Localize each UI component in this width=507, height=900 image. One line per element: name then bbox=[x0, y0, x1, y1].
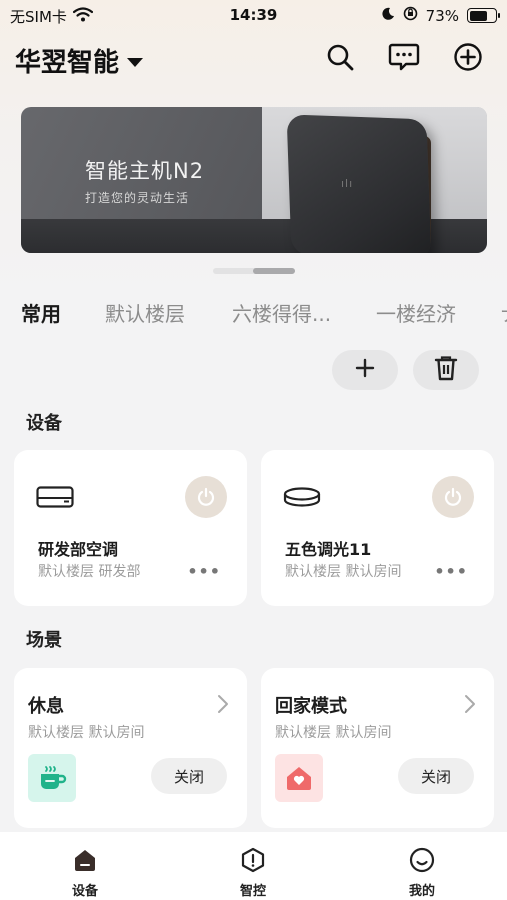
floor-tabs: 常用 默认楼层 六楼得得... 一楼经济 ナ bbox=[0, 298, 507, 332]
home-icon bbox=[71, 846, 99, 874]
battery-icon bbox=[467, 8, 500, 23]
message-icon[interactable] bbox=[387, 40, 421, 74]
chevron-right-icon[interactable] bbox=[464, 694, 476, 718]
scene-off-button[interactable]: 关闭 bbox=[398, 758, 474, 794]
more-icon[interactable]: ••• bbox=[187, 562, 221, 581]
tab-sixth-floor[interactable]: 六楼得得... bbox=[232, 298, 331, 327]
moon-icon bbox=[381, 7, 395, 25]
app-header: 华翌智能 bbox=[0, 34, 507, 84]
nav-smart-control[interactable]: 智控 bbox=[213, 846, 293, 899]
smile-icon bbox=[408, 846, 436, 874]
scene-name: 回家模式 bbox=[275, 696, 347, 717]
banner-device-logo: ılı bbox=[341, 177, 354, 190]
home-selector[interactable]: 华翌智能 bbox=[15, 42, 144, 79]
smart-control-icon bbox=[239, 846, 267, 874]
rotation-lock-icon bbox=[403, 6, 418, 25]
scene-off-button[interactable]: 关闭 bbox=[151, 758, 227, 794]
device-card-ac[interactable]: 研发部空调 默认楼层 研发部 ••• bbox=[14, 450, 247, 606]
coffee-cup-icon bbox=[28, 754, 76, 802]
delete-button[interactable] bbox=[413, 350, 479, 390]
status-right: 73% bbox=[381, 6, 500, 25]
nav-label: 我的 bbox=[408, 884, 435, 899]
add-circle-icon[interactable] bbox=[451, 40, 485, 74]
trash-icon bbox=[434, 355, 458, 385]
scene-location: 默认楼层 默认房间 bbox=[275, 725, 392, 741]
air-conditioner-icon bbox=[36, 486, 74, 514]
scene-card-rest[interactable]: 休息 默认楼层 默认房间 关闭 bbox=[14, 668, 247, 828]
scene-name: 休息 bbox=[28, 696, 64, 717]
ceiling-light-icon bbox=[283, 486, 321, 514]
plus-icon bbox=[354, 357, 376, 383]
device-location: 默认楼层 默认房间 bbox=[285, 564, 402, 580]
device-name: 五色调光11 bbox=[285, 540, 372, 559]
tab-more[interactable]: ナ bbox=[500, 298, 507, 327]
scene-card-home[interactable]: 回家模式 默认楼层 默认房间 关闭 bbox=[261, 668, 494, 828]
banner-pager bbox=[213, 268, 295, 274]
scenes-section-title: 场景 bbox=[26, 630, 62, 651]
devices-section-title: 设备 bbox=[26, 413, 62, 434]
nav-label: 智控 bbox=[239, 884, 266, 899]
power-button[interactable] bbox=[432, 476, 474, 518]
nav-devices[interactable]: 设备 bbox=[45, 846, 125, 899]
tab-common[interactable]: 常用 bbox=[21, 298, 61, 327]
home-heart-icon bbox=[275, 754, 323, 802]
power-icon bbox=[444, 487, 462, 506]
pager-active-dot bbox=[253, 268, 295, 274]
more-icon[interactable]: ••• bbox=[434, 562, 468, 581]
battery-fill bbox=[469, 10, 488, 21]
promo-banner[interactable]: ılı 智能主机N2 打造您的灵动生活 bbox=[21, 107, 487, 253]
nav-label: 设备 bbox=[71, 884, 98, 899]
nav-profile[interactable]: 我的 bbox=[382, 846, 462, 899]
status-bar: 无SIM卡 14:39 73% bbox=[0, 0, 507, 32]
search-icon[interactable] bbox=[323, 40, 357, 74]
header-actions bbox=[323, 40, 485, 74]
add-device-button[interactable] bbox=[332, 350, 398, 390]
device-name: 研发部空调 bbox=[38, 540, 119, 559]
scene-location: 默认楼层 默认房间 bbox=[28, 725, 145, 741]
banner-title: 智能主机N2 bbox=[85, 159, 205, 183]
power-button[interactable] bbox=[185, 476, 227, 518]
home-name: 华翌智能 bbox=[15, 48, 120, 78]
device-card-light[interactable]: 五色调光11 默认楼层 默认房间 ••• bbox=[261, 450, 494, 606]
caret-down-icon bbox=[127, 57, 144, 67]
battery-label: 73% bbox=[425, 6, 459, 25]
tab-default-floor[interactable]: 默认楼层 bbox=[105, 298, 185, 327]
device-location: 默认楼层 研发部 bbox=[38, 564, 141, 580]
power-icon bbox=[197, 487, 215, 506]
bottom-nav: 设备 智控 我的 bbox=[0, 832, 507, 900]
banner-subtitle: 打造您的灵动生活 bbox=[85, 191, 190, 205]
chevron-right-icon[interactable] bbox=[217, 694, 229, 718]
tab-first-floor[interactable]: 一楼经济 bbox=[376, 298, 456, 327]
